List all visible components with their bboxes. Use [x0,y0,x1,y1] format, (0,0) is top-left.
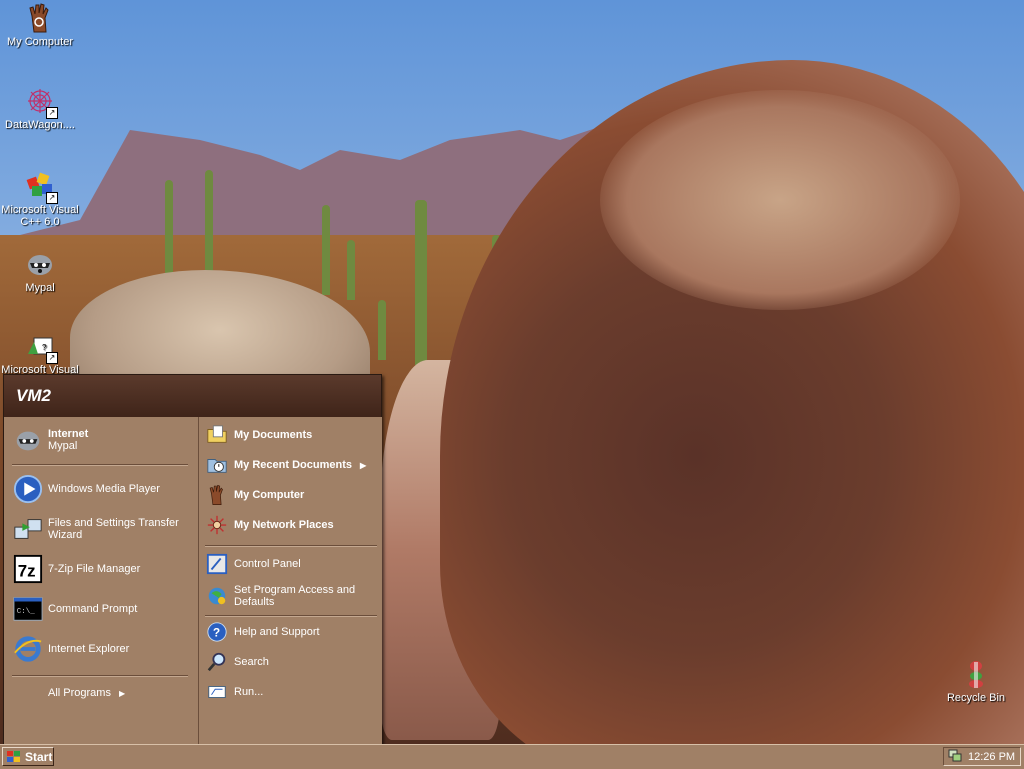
desktop-icon-label-line2: C++ 6.0 [20,216,60,228]
desktop-icon-visual-cpp[interactable]: ↗ Microsoft Visual C++ 6.0 [0,170,80,228]
all-programs-label: All Programs [48,687,111,699]
desktop-icon-visual-tool[interactable]: ? ↗ Microsoft Visual [0,330,80,376]
shortcut-arrow-icon: ↗ [46,352,58,364]
shortcut-arrow-icon: ↗ [46,107,58,119]
mypal-icon [12,424,44,456]
7zip-icon: 7z [12,553,44,585]
menu-item-label: Help and Support [234,626,320,638]
menu-item-windows-media-player[interactable]: Windows Media Player [12,471,160,507]
help-icon: ? [205,620,229,644]
pinned-subtitle: Mypal [48,440,78,452]
separator [205,545,377,547]
my-computer-icon [205,483,229,507]
menu-item-my-recent-documents[interactable]: My Recent Documents ▶ [205,451,366,479]
separator [12,464,188,466]
shortcut-arrow-icon: ↗ [46,192,58,204]
search-icon [205,650,229,674]
wallpaper-rock-highlight [600,90,960,310]
menu-item-label: Windows Media Player [48,483,160,495]
desktop-icon-datawagon[interactable]: ↗ DataWagon.... [0,85,80,131]
svg-text:?: ? [42,343,47,352]
cactus-shape [378,300,386,360]
menu-item-label: My Computer [234,489,305,501]
desktop-icon-label: Recycle Bin [946,692,1006,704]
control-panel-icon [205,552,229,576]
svg-text:?: ? [213,626,220,640]
menu-item-label: Control Panel [234,558,301,570]
arrow-right-icon: ▶ [359,460,367,470]
cactus-shape [415,200,427,365]
menu-item-files-settings-transfer-wizard[interactable]: Files and Settings Transfer Wizard [12,511,179,547]
menu-item-label-line2: Defaults [234,596,275,608]
arrow-right-icon: ▶ [118,688,126,698]
menu-item-search[interactable]: Search [205,648,269,676]
menu-item-7zip[interactable]: 7z 7-Zip File Manager [12,551,140,587]
menu-item-label: My Recent Documents [234,459,352,471]
start-menu: VM2 Internet Mypal Windows Media Player … [3,374,382,746]
desktop-icon-recycle-bin[interactable]: Recycle Bin [936,658,1016,704]
internet-explorer-icon [12,633,44,665]
tray-network-icon[interactable] [948,748,962,765]
program-access-icon [205,584,229,608]
separator [205,615,377,617]
tray-clock[interactable]: 12:26 PM [968,751,1015,763]
desktop-icon-my-computer[interactable]: My Computer [0,2,80,48]
start-menu-user-name: VM2 [4,375,381,417]
transfer-wizard-icon [12,513,44,545]
menu-item-label: Command Prompt [48,603,138,615]
menu-item-my-computer[interactable]: My Computer [205,481,304,509]
menu-item-label: Search [234,656,269,668]
menu-item-control-panel[interactable]: Control Panel [205,550,301,578]
recent-documents-icon [205,453,229,477]
mypal-icon [28,255,52,275]
menu-item-internet-explorer[interactable]: Internet Explorer [12,631,129,667]
command-prompt-icon: C:\_ [12,593,44,625]
menu-item-help-support[interactable]: ? Help and Support [205,618,320,646]
menu-item-label-line1: Files and Settings Transfer [48,517,179,529]
svg-text:C:\_: C:\_ [17,608,36,616]
menu-item-label-line1: Set Program Access and [234,584,356,596]
my-computer-icon [29,3,49,33]
desktop-icon-label-line1: Microsoft Visual [1,204,79,216]
system-tray: 12:26 PM [943,747,1021,766]
all-programs-button[interactable]: All Programs ▶ [48,681,125,705]
start-menu-places-pane: My Documents My Recent Documents ▶ My Co… [198,417,382,745]
menu-item-label-line2: Wizard [48,529,83,541]
menu-item-label: 7-Zip File Manager [48,563,141,575]
menu-item-label: Internet Explorer [48,643,130,655]
cactus-shape [322,205,330,295]
windows-logo-icon [7,750,20,762]
desktop-icon-label: Mypal [25,282,55,294]
cactus-shape [205,170,213,280]
recycle-bin-icon [969,661,983,688]
media-player-icon [12,473,44,505]
taskbar: Start 12:26 PM [0,744,1024,769]
menu-item-my-documents[interactable]: My Documents [205,421,312,449]
menu-item-set-program-access[interactable]: Set Program Access and Defaults [205,579,355,613]
cactus-shape [165,180,173,280]
menu-item-label: My Network Places [234,519,334,531]
menu-item-run[interactable]: Run... [205,678,263,706]
network-places-icon [205,513,229,537]
menu-item-command-prompt[interactable]: C:\_ Command Prompt [12,591,137,627]
start-button[interactable]: Start [2,747,54,766]
pinned-title: Internet [48,428,89,440]
cactus-shape [347,240,355,300]
run-icon [205,680,229,704]
start-button-label: Start [25,749,53,764]
pinned-internet-mypal[interactable]: Internet Mypal [12,422,88,458]
separator [12,675,188,677]
desktop-icon-label: DataWagon.... [5,119,75,131]
desktop-icon-mypal[interactable]: Mypal [0,248,80,294]
my-documents-icon [205,423,229,447]
menu-item-label: My Documents [234,429,313,441]
menu-item-label: Run... [234,686,264,698]
desktop-icon-label: My Computer [6,36,74,48]
menu-item-my-network-places[interactable]: My Network Places [205,511,334,539]
start-menu-programs-pane: Internet Mypal Windows Media Player File… [4,417,197,745]
svg-text:7z: 7z [18,562,36,581]
